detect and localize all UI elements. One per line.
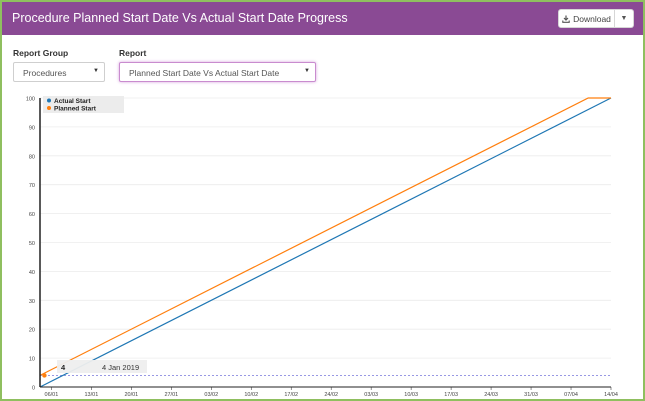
x-tick-label: 07/04 — [564, 392, 578, 398]
y-tick-label: 80 — [29, 154, 35, 160]
tooltip-date: 4 Jan 2019 — [102, 363, 139, 372]
x-tick-label: 17/03 — [444, 392, 458, 398]
y-tick-label: 90 — [29, 125, 35, 131]
legend[interactable]: Actual Start Planned Start — [43, 96, 124, 113]
x-tick-label: 06/01 — [45, 392, 59, 398]
y-axis-ticks: 0 10 20 30 40 50 60 70 80 90 100 — [26, 97, 35, 392]
x-tick-label: 03/02 — [204, 392, 218, 398]
x-tick-label: 13/01 — [85, 392, 99, 398]
x-axis-ticks: 06/01 13/01 20/01 27/01 03/02 10/02 17/02 24/02… — [45, 387, 618, 398]
x-tick-label: 10/02 — [244, 392, 258, 398]
x-tick-label: 24/02 — [324, 392, 338, 398]
y-tick-label: 30 — [29, 299, 35, 305]
x-tick-label: 17/02 — [284, 392, 298, 398]
x-tick-label: 27/01 — [164, 392, 178, 398]
x-tick-label: 24/03 — [484, 392, 498, 398]
legend-marker-planned — [47, 106, 51, 110]
x-tick-label: 14/04 — [604, 392, 618, 398]
x-tick-label: 10/03 — [404, 392, 418, 398]
legend-marker-actual — [47, 98, 51, 103]
y-tick-label: 70 — [29, 183, 35, 189]
legend-label-planned: Planned Start — [54, 106, 97, 113]
legend-label-actual: Actual Start — [54, 98, 91, 105]
hover-tooltip: 4 4 Jan 2019 — [57, 360, 147, 373]
report-panel: Procedure Planned Start Date Vs Actual S… — [0, 0, 645, 401]
y-tick-label: 20 — [29, 328, 35, 334]
x-tick-label: 31/03 — [524, 392, 538, 398]
y-tick-label: 60 — [29, 212, 35, 218]
y-tick-label: 0 — [32, 386, 35, 392]
y-tick-label: 40 — [29, 270, 35, 276]
y-tick-label: 10 — [29, 357, 35, 363]
x-tick-label: 03/03 — [364, 392, 378, 398]
series-line-planned — [39, 97, 611, 376]
progress-chart: 0 10 20 30 40 50 60 70 80 90 100 06/01 13/01 20/01 27… — [26, 96, 618, 398]
chart-gridlines — [40, 97, 611, 359]
hover-point — [42, 373, 47, 378]
y-tick-label: 100 — [26, 97, 35, 103]
x-tick-label: 20/01 — [124, 392, 138, 398]
y-tick-label: 50 — [29, 241, 35, 247]
